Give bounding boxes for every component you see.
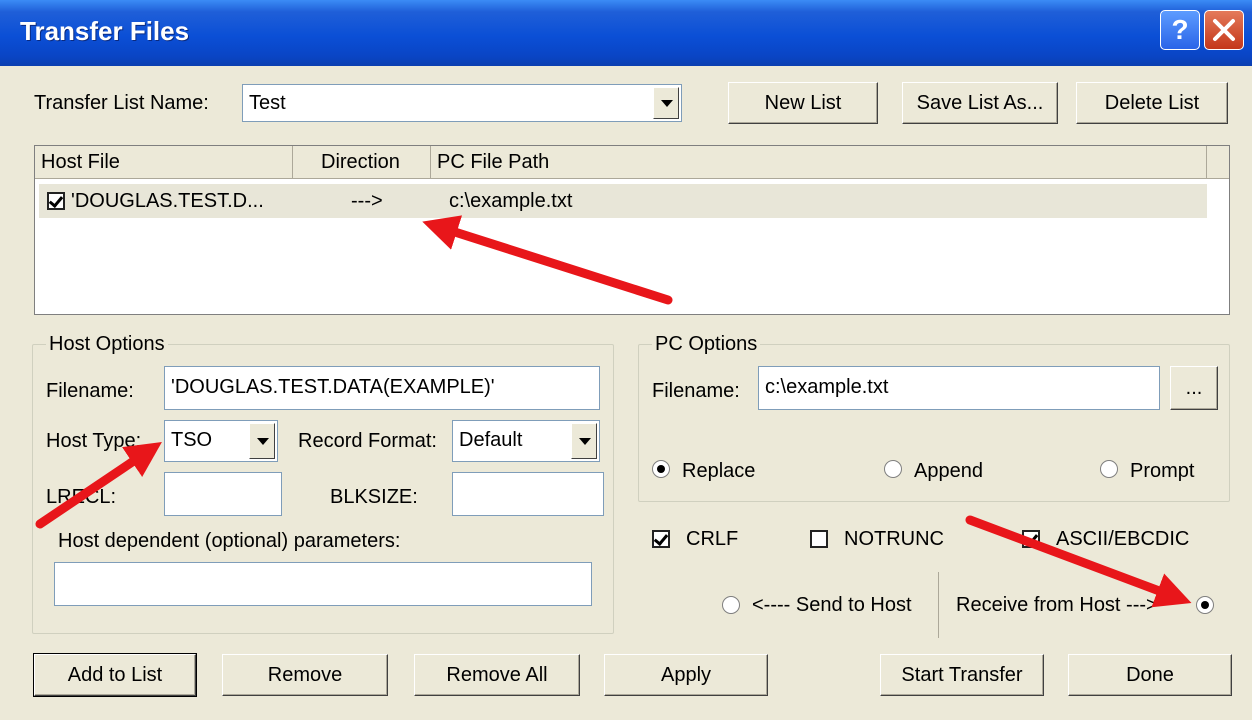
arrow-to-list-row-icon [422, 215, 673, 305]
transfer-files-dialog: Transfer Files ? Transfer List Name: Tes… [0, 0, 1252, 720]
arrow-to-host-type-icon [35, 441, 162, 529]
annotation-arrows [35, 215, 1192, 608]
arrow-to-receive-radio-icon [965, 515, 1192, 608]
